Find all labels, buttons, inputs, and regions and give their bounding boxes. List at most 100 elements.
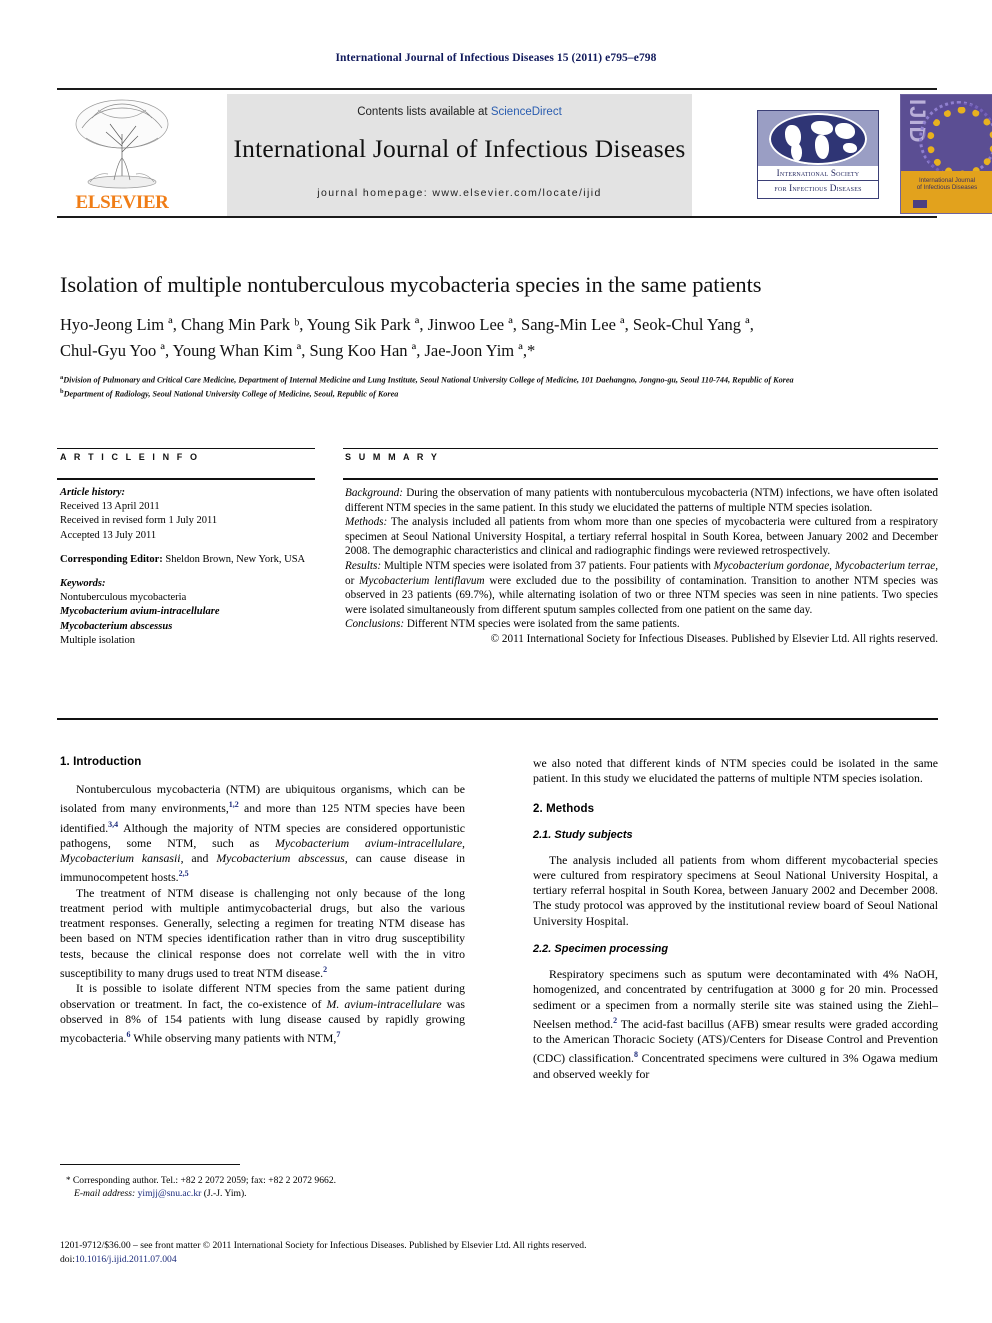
affiliation-a-text: Division of Pulmonary and Critical Care … (63, 375, 794, 385)
masthead-bottom-rule (57, 216, 937, 218)
background-text: During the observation of many patients … (345, 487, 938, 514)
corresponding-editor: Corresponding Editor: Sheldon Brown, New… (60, 553, 318, 567)
citation-ref[interactable]: 3,4 (108, 820, 118, 829)
masthead-top-rule (57, 88, 937, 90)
journal-name: International Journal of Infectious Dise… (233, 134, 686, 163)
methods-study-subjects-paragraph: The analysis included all patients from … (533, 852, 938, 928)
publisher-footer: 1201-9712/$36.00 – see front matter © 20… (60, 1239, 940, 1266)
intro-paragraph-1: Nontuberculous mycobacteria (NTM) are ub… (60, 782, 465, 886)
keyword-item: Multiple isolation (60, 634, 135, 646)
intro-p1-italic-2: Mycobacterium abscessus, (216, 851, 348, 866)
body-column-right: we also noted that different kinds of NT… (533, 756, 938, 1082)
contents-available-line: Contents lists available at ScienceDirec… (227, 106, 692, 118)
article-history-label: Article history: (60, 487, 126, 498)
affiliations: aDivision of Pulmonary and Critical Care… (60, 372, 945, 400)
results-italic-2: Mycobacterium lentiflavum (359, 574, 485, 587)
body-column-left: 1. Introduction Nontuberculous mycobacte… (60, 756, 465, 1046)
author-list: Hyo-Jeong Lim ª, Chang Min Park ᵇ, Young… (60, 312, 945, 364)
methods-text: The analysis included all patients from … (345, 516, 938, 558)
issn-copyright-line: 1201-9712/$36.00 – see front matter © 20… (60, 1240, 587, 1251)
results-label: Results: (345, 559, 382, 572)
heading-study-subjects: 2.1. Study subjects (533, 828, 633, 841)
summary-background: Background: During the observation of ma… (345, 486, 938, 515)
article-revised: Received in revised form 1 July 2011 (60, 515, 218, 527)
info-spacer-1 (60, 543, 318, 553)
summary-header: S U M M A R Y (345, 452, 440, 462)
cover-title-band: International Journal of Infectious Dise… (901, 171, 992, 213)
corresponding-author-text: Corresponding author. Tel.: +82 2 2072 2… (70, 1175, 337, 1186)
author-line-1: Hyo-Jeong Lim ª, Chang Min Park ᵇ, Young… (60, 315, 754, 334)
journal-article-page: International Journal of Infectious Dise… (0, 0, 992, 1323)
intro-paragraph-3: It is possible to isolate different NTM … (60, 981, 465, 1046)
intro-p3-italic-1: M. avium-intracellulare (326, 996, 442, 1011)
cover-title-line1: International Journal (918, 177, 976, 184)
summary-bottom-rule (57, 718, 938, 720)
summary-body: Background: During the observation of ma… (345, 486, 938, 647)
article-info-header: A R T I C L E I N F O (60, 452, 200, 462)
author-line-2: Chul-Gyu Yoo ª, Young Whan Kim ª, Sung K… (60, 341, 536, 360)
isid-line2: for Infectious Diseases (758, 180, 878, 193)
results-italic-1: Mycobacterium gordonae, Mycobacterium te… (713, 559, 938, 572)
isid-globe-box (757, 110, 879, 168)
heading-introduction: 1. Introduction (60, 756, 142, 768)
summary-copyright: © 2011 International Society for Infecti… (490, 632, 938, 645)
keyword-item: Mycobacterium avium-intracellulare (60, 606, 220, 618)
contents-prefix: Contents lists available at (357, 106, 491, 118)
sciencedirect-link[interactable]: ScienceDirect (491, 106, 562, 118)
isid-line1: International Society (776, 168, 860, 178)
globe-icon (769, 113, 867, 165)
conclusions-label: Conclusions: (345, 618, 405, 631)
heading-specimen-processing: 2.2. Specimen processing (533, 943, 669, 956)
isid-society-logo: International Society for Infectious Dis… (757, 110, 879, 199)
elsevier-tree-icon (75, 99, 169, 189)
cover-inner-ring-icon (927, 107, 992, 177)
email-label: E-mail address: (74, 1188, 136, 1199)
info-spacer-2 (60, 567, 318, 577)
isid-wordmark: International Society for Infectious Dis… (757, 166, 879, 199)
corresponding-editor-label: Corresponding Editor: (60, 553, 163, 565)
email-note: E-mail address: yimjj@snu.ac.kr (J.-J. Y… (60, 1187, 465, 1200)
doi-value[interactable]: 10.1016/j.ijid.2011.07.004 (75, 1254, 177, 1265)
cover-title-line2: of Infectious Diseases (916, 184, 978, 191)
info-header-rule (57, 478, 315, 480)
affiliation-b-text: Department of Radiology, Seoul National … (63, 389, 399, 399)
cover-badge-icon (913, 200, 927, 208)
elsevier-wordmark: ELSEVIER (75, 192, 169, 213)
info-top-rule (57, 448, 315, 449)
citation-ref[interactable]: 2 (323, 965, 327, 974)
summary-results: Results: Multiple NTM species were isola… (345, 559, 938, 617)
summary-methods: Methods: The analysis included all patie… (345, 515, 938, 559)
citation-ref[interactable]: 1,2 (229, 800, 239, 809)
corresponding-author-note: * Corresponding author. Tel.: +82 2 2072… (60, 1174, 465, 1187)
background-label: Background: (345, 487, 403, 499)
affiliation-a: aDivision of Pulmonary and Critical Care… (60, 374, 794, 385)
results-text-1: Multiple NTM species were isolated from … (381, 559, 714, 572)
citation-ref[interactable]: 7 (336, 1030, 340, 1039)
email-owner: (J.-J. Yim). (201, 1188, 247, 1199)
affiliation-b: bDepartment of Radiology, Seoul National… (60, 388, 399, 399)
intro-paragraph-3-continued: we also noted that different kinds of NT… (533, 756, 938, 786)
summary-conclusions: Conclusions: Different NTM species were … (345, 617, 938, 632)
journal-title-band: Contents lists available at ScienceDirec… (227, 94, 692, 216)
keywords-label: Keywords: (60, 578, 106, 590)
intro-paragraph-2: The treatment of NTM disease is challeng… (60, 886, 465, 982)
article-accepted: Accepted 13 July 2011 (60, 529, 157, 541)
doi-line: doi:10.1016/j.ijid.2011.07.004 (60, 1253, 940, 1267)
intro-p3-c: While observing many patients with NTM, (130, 1031, 337, 1046)
article-received: Received 13 April 2011 (60, 501, 160, 513)
doi-label: doi: (60, 1253, 75, 1265)
journal-homepage-line[interactable]: journal homepage: www.elsevier.com/locat… (227, 187, 692, 199)
footnote-rule (60, 1164, 240, 1165)
summary-top-rule (343, 448, 938, 449)
keyword-item: Nontuberculous mycobacteria (60, 592, 187, 604)
summary-header-rule (343, 478, 938, 480)
citation-ref[interactable]: 2,5 (179, 869, 189, 878)
intro-p2-text: The treatment of NTM disease is challeng… (60, 885, 465, 980)
methods-label: Methods: (345, 516, 388, 529)
running-head: International Journal of Infectious Dise… (335, 52, 657, 64)
elsevier-tree-logo: ELSEVIER (62, 94, 182, 216)
methods-specimen-paragraph: Respiratory specimens such as sputum wer… (533, 967, 938, 1082)
article-info-body: Article history: Received 13 April 2011 … (60, 486, 318, 648)
corresponding-editor-value: Sheldon Brown, New York, USA (162, 553, 306, 565)
email-link[interactable]: yimjj@snu.ac.kr (135, 1188, 202, 1199)
